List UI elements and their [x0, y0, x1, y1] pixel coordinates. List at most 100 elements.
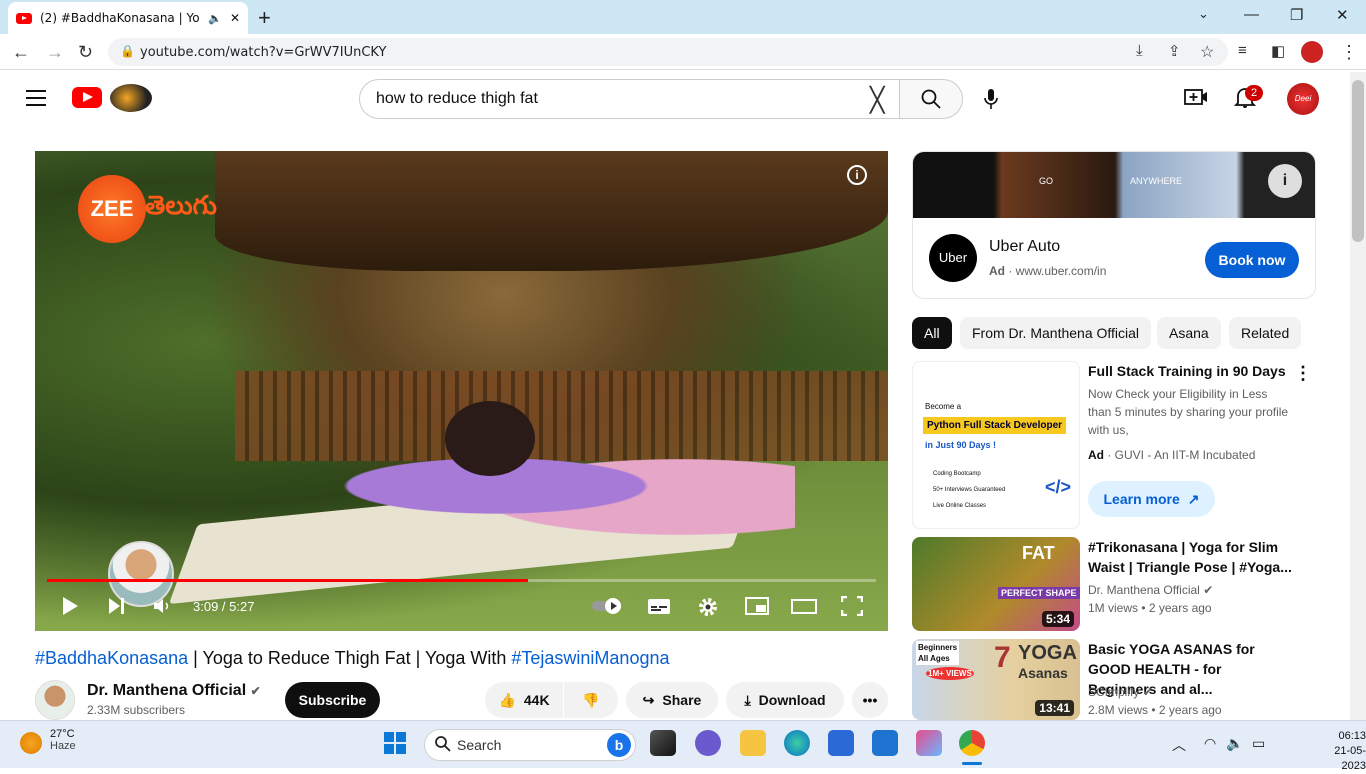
speaker-icon[interactable]: 🔈 — [1226, 735, 1243, 752]
browser-tab[interactable]: (2) #BaddhaKonasana | Yoga 🔈 ✕ — [8, 2, 248, 34]
like-button[interactable]: 👍 44K — [485, 682, 563, 718]
related-channel[interactable]: SCImplify ✔ — [1088, 685, 1153, 699]
search-input[interactable]: how to reduce thigh fat — [359, 79, 900, 119]
chip-all[interactable]: All — [912, 317, 952, 349]
ad-card[interactable]: GO ANYWHERE i Uber Uber Auto Ad · www.ub… — [912, 151, 1316, 299]
external-link-icon: ↗ — [1187, 490, 1200, 507]
book-now-button[interactable]: Book now — [1205, 242, 1299, 278]
taskbar-search[interactable]: Search b — [424, 729, 636, 761]
share-page-icon[interactable]: ⇪ — [1168, 42, 1181, 60]
bookmark-star-icon[interactable]: ☆ — [1200, 42, 1214, 62]
ad-info-icon[interactable]: i — [1268, 164, 1302, 198]
subscriber-count: 2.33M subscribers — [87, 703, 186, 717]
subscribe-button[interactable]: Subscribe — [285, 682, 380, 718]
reload-icon[interactable]: ↻ — [78, 42, 93, 63]
teams-chat-icon[interactable] — [695, 730, 721, 756]
mail-icon[interactable] — [872, 730, 898, 756]
store-icon[interactable] — [828, 730, 854, 756]
more-actions-button[interactable]: ••• — [852, 682, 888, 718]
search-button[interactable] — [899, 79, 963, 119]
voice-search-mic-icon[interactable] — [983, 88, 999, 116]
thumb-text: 1M+ VIEWS — [926, 667, 974, 680]
video-info-icon[interactable]: i — [847, 165, 867, 185]
side-panel-icon[interactable]: ◧ — [1271, 42, 1285, 60]
fullscreen-icon[interactable] — [840, 595, 864, 621]
theater-mode-icon[interactable] — [791, 596, 817, 621]
channel-text: Dr. Manthena Official — [1088, 583, 1200, 597]
back-icon[interactable]: ← — [12, 42, 30, 63]
related-ad-meta: Ad · GUVI - An IIT-M Incubated — [1088, 448, 1256, 462]
play-icon[interactable] — [61, 596, 79, 621]
progress-bar[interactable] — [47, 579, 876, 582]
account-avatar[interactable]: Deei — [1287, 83, 1319, 115]
thumb-bullet: 50+ Interviews Guaranteed — [933, 487, 1006, 493]
minimize-button[interactable]: — — [1244, 6, 1259, 23]
audio-icon[interactable]: 🔈 — [208, 12, 222, 25]
thumb-text: YOGA — [1018, 642, 1077, 664]
more-vertical-icon[interactable]: ⋮ — [1294, 363, 1312, 384]
thumb-bullets: Coding Bootcamp 50+ Interviews Guarantee… — [933, 466, 1005, 514]
dislike-button[interactable]: 👎 — [564, 682, 618, 718]
url-text: youtube.com/watch?v=GrWV7IUnCKY — [140, 44, 387, 60]
subtitles-icon[interactable] — [647, 596, 671, 621]
new-tab-button[interactable]: + — [258, 5, 271, 31]
related-thumbnail[interactable]: Become a Python Full Stack Developer in … — [912, 361, 1080, 529]
related-channel[interactable]: Dr. Manthena Official ✔ — [1088, 583, 1213, 597]
battery-icon[interactable]: ▭ — [1252, 735, 1265, 752]
channel-name[interactable]: Dr. Manthena Official ✔ — [87, 682, 261, 700]
share-label: Share — [662, 692, 702, 708]
weather-sun-icon[interactable] — [20, 732, 42, 754]
video-scene-head — [445, 401, 535, 476]
chrome-taskbar-icon[interactable] — [959, 730, 985, 756]
create-video-icon[interactable] — [1184, 87, 1208, 113]
related-title[interactable]: Full Stack Training in 90 Days — [1088, 361, 1293, 381]
system-clock[interactable]: 06:13 21-05-2023 — [1312, 729, 1366, 774]
hashtag-link[interactable]: #BaddhaKonasana — [35, 648, 188, 668]
forward-icon[interactable]: → — [46, 42, 64, 63]
miniplayer-icon[interactable] — [745, 596, 769, 621]
related-description: Now Check your Eligibility in Less than … — [1088, 387, 1289, 437]
windows-start-icon[interactable] — [384, 732, 406, 754]
url-field[interactable]: 🔒 youtube.com/watch?v=GrWV7IUnCKY — [108, 38, 1228, 66]
maximize-button[interactable]: ❐ — [1290, 6, 1303, 24]
thumb-text: PERFECT SHAPE — [998, 587, 1080, 599]
download-button[interactable]: ⤓ Download — [726, 682, 844, 718]
uber-logo: Uber — [929, 234, 977, 282]
related-thumbnail[interactable]: Beginners All Ages 1M+ VIEWS 7 YOGA Asanas… — [912, 639, 1080, 720]
file-explorer-icon[interactable] — [740, 730, 766, 756]
video-player[interactable]: ZEE తెలుగు i 3:09 / 5:27 — [35, 151, 888, 631]
hashtag-link[interactable]: #TejaswiniManogna — [511, 648, 669, 668]
autoplay-toggle[interactable] — [591, 596, 625, 621]
volume-icon[interactable] — [153, 596, 171, 621]
install-icon[interactable]: ⤓ — [1136, 42, 1143, 59]
settings-gear-icon[interactable] — [697, 596, 719, 623]
task-view-icon[interactable] — [650, 730, 676, 756]
next-video-icon[interactable] — [108, 596, 126, 621]
related-thumbnail[interactable]: FAT PERFECT SHAPE 5:34 — [912, 537, 1080, 631]
weather-widget[interactable]: 27°C Haze — [50, 728, 76, 752]
tab-search-icon[interactable]: ⌄ — [1198, 6, 1209, 22]
youtube-logo[interactable] — [72, 87, 102, 108]
chip-asana[interactable]: Asana — [1157, 317, 1221, 349]
wifi-icon[interactable]: ◠ — [1204, 735, 1216, 752]
chip-related[interactable]: Related — [1229, 317, 1302, 349]
media-control-icon[interactable]: ≡ — [1238, 42, 1247, 59]
related-title[interactable]: #Trikonasana | Yoga for Slim Waist | Tri… — [1088, 537, 1293, 577]
clear-search-icon[interactable]: ╳ — [870, 86, 884, 115]
share-button[interactable]: ↪ Share — [626, 682, 718, 718]
channel-avatar[interactable] — [35, 680, 75, 720]
tab-close-icon[interactable]: ✕ — [230, 11, 240, 25]
learn-more-button[interactable]: Learn more ↗ — [1088, 481, 1215, 517]
tray-overflow-icon[interactable]: ︿ — [1172, 735, 1186, 755]
menu-icon[interactable] — [26, 90, 46, 106]
lock-icon[interactable]: 🔒 — [120, 44, 135, 58]
profile-avatar-icon[interactable] — [1301, 41, 1323, 63]
chip-from-channel[interactable]: From Dr. Manthena Official — [960, 317, 1152, 349]
scrollbar-thumb[interactable] — [1352, 80, 1364, 242]
bing-icon[interactable]: b — [607, 733, 631, 757]
youtube-doodle-logo[interactable] — [110, 84, 152, 112]
snipping-tool-icon[interactable] — [916, 730, 942, 756]
chrome-menu-icon[interactable]: ⋮ — [1340, 42, 1358, 63]
edge-icon[interactable] — [784, 730, 810, 756]
close-window-button[interactable]: ✕ — [1336, 6, 1349, 24]
